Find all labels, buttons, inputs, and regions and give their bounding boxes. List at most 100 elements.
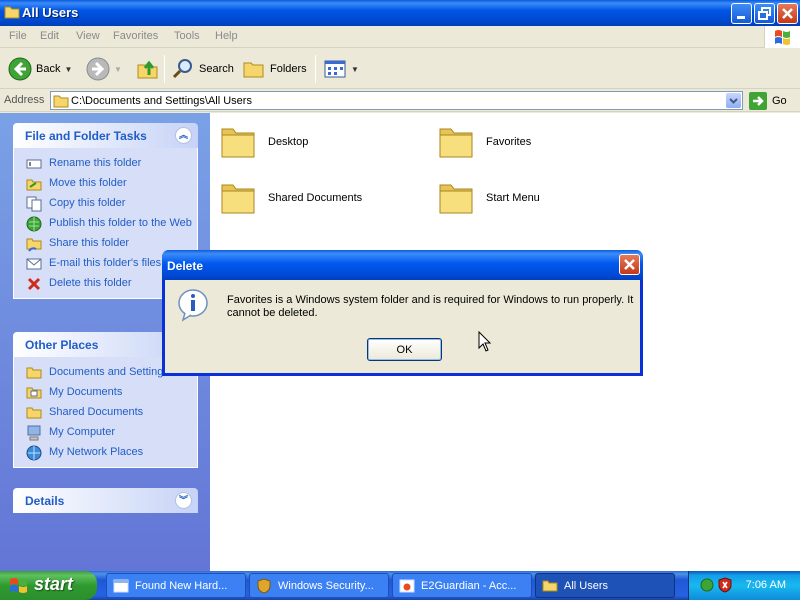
menu-view[interactable]: View [76,30,100,42]
menu-help[interactable]: Help [215,30,238,42]
title-bar[interactable]: All Users [0,0,800,26]
folder-icon [4,6,20,19]
forward-button[interactable]: ▼ [86,56,122,82]
folder-item-favorites[interactable]: Favorites [438,123,531,161]
place-my-network-places[interactable]: My Network Places [14,443,197,463]
menu-tools[interactable]: Tools [174,30,200,42]
place-shared-documents[interactable]: Shared Documents [14,403,197,423]
task-label: Publish this folder to the Web [49,217,192,229]
panel-title: File and Folder Tasks [25,129,147,143]
collapse-chevron-icon[interactable]: ︽ [175,127,192,144]
details-panel: Details ︾ [13,488,198,513]
forward-dropdown-icon[interactable]: ▼ [114,65,122,74]
minimize-icon [737,16,745,19]
task-rename-folder[interactable]: Rename this folder [14,154,197,174]
task-move-folder[interactable]: Move this folder [14,174,197,194]
folder-icon [439,184,473,214]
folder-icon [53,95,69,108]
taskbar-button-e2guardian[interactable]: E2Guardian - Acc... [392,573,532,598]
delete-dialog: Delete Favorites is a Windows system fol… [162,250,643,376]
back-button[interactable]: Back ▼ [8,56,72,82]
folder-label: Shared Documents [268,192,363,204]
taskbar: start Found New Hard... Windows Security… [0,571,800,600]
menu-file[interactable]: File [9,30,27,42]
window-title: All Users [22,5,79,20]
window-icon [113,579,129,592]
task-publish-web[interactable]: Publish this folder to the Web [14,214,197,234]
taskbar-button-label: All Users [564,579,609,592]
folder-item-shared-documents[interactable]: Shared Documents [220,179,362,217]
file-folder-tasks-header[interactable]: File and Folder Tasks ︽ [13,123,198,148]
security-shield-icon [257,577,271,594]
dialog-title-bar[interactable]: Delete [162,250,643,280]
ok-button[interactable]: OK [367,338,442,361]
clock[interactable]: 7:06 AM [746,579,786,591]
place-my-computer[interactable]: My Computer [14,423,197,443]
views-dropdown-icon[interactable]: ▼ [351,65,359,74]
task-copy-folder[interactable]: Copy this folder [14,194,197,214]
task-label: E-mail this folder's files [49,257,162,269]
share-icon [26,238,42,252]
network-places-icon [26,445,42,461]
security-alert-icon[interactable] [717,577,733,593]
folder-item-start-menu[interactable]: Start Menu [438,179,540,217]
folder-label: Desktop [268,136,309,148]
folder-item-desktop[interactable]: Desktop [220,123,308,161]
folders-button[interactable]: Folders [242,56,307,82]
dialog-message: Favorites is a Windows system folder and… [227,294,634,319]
search-icon [172,59,192,79]
start-label: start [34,574,74,594]
dialog-close-button[interactable] [619,254,640,275]
my-computer-icon [27,425,41,441]
folder-icon [542,580,558,591]
dialog-title: Delete [167,259,204,273]
information-icon [178,289,208,322]
standard-toolbar: Back ▼ ▼ Search Folders ▼ [0,49,800,89]
back-arrow-icon [8,57,32,81]
toolbar-separator [164,55,165,83]
back-dropdown-icon[interactable]: ▼ [64,65,72,74]
details-header[interactable]: Details ︾ [13,488,198,513]
network-tray-icon[interactable] [699,577,715,593]
close-button[interactable] [777,3,798,24]
rename-icon [26,159,42,169]
search-button[interactable]: Search [171,56,234,82]
task-label: Delete this folder [49,277,132,289]
address-input[interactable]: C:\Documents and Settings\All Users [50,91,743,110]
folders-icon [243,62,264,78]
address-dropdown-button[interactable] [726,93,741,108]
taskbar-button-windows-security[interactable]: Windows Security... [249,573,389,598]
close-icon [782,8,793,19]
folder-label: Start Menu [486,192,540,204]
taskbar-button-found-new-hardware[interactable]: Found New Hard... [106,573,246,598]
task-label: Copy this folder [49,197,126,209]
explorer-window: All Users File Edit View Favorites Tools… [0,0,800,571]
copy-icon [26,196,42,212]
folders-label: Folders [270,63,307,75]
go-button[interactable]: Go [749,92,787,110]
views-icon [324,60,346,78]
email-icon [26,258,42,270]
back-label: Back [36,63,61,75]
expand-chevron-icon[interactable]: ︾ [175,492,192,509]
up-folder-button[interactable] [136,56,160,82]
folder-icon [221,128,255,158]
taskbar-button-label: E2Guardian - Acc... [421,579,517,592]
minimize-button[interactable] [731,3,752,24]
start-button[interactable]: start [0,571,97,600]
move-icon [26,179,42,191]
restore-button[interactable] [754,3,775,24]
taskbar-button-all-users[interactable]: All Users [535,573,675,598]
folder-label: Favorites [486,136,532,148]
menu-favorites[interactable]: Favorites [113,30,158,42]
restore-icon [758,7,771,20]
search-label: Search [199,63,234,75]
folder-icon [26,407,42,419]
folder-icon [26,367,42,379]
menu-edit[interactable]: Edit [40,30,59,42]
place-my-documents[interactable]: My Documents [14,383,197,403]
chevron-down-icon [729,98,738,104]
views-button[interactable]: ▼ [323,56,359,82]
windows-logo [764,26,800,48]
taskbar-button-label: Windows Security... [278,579,374,592]
